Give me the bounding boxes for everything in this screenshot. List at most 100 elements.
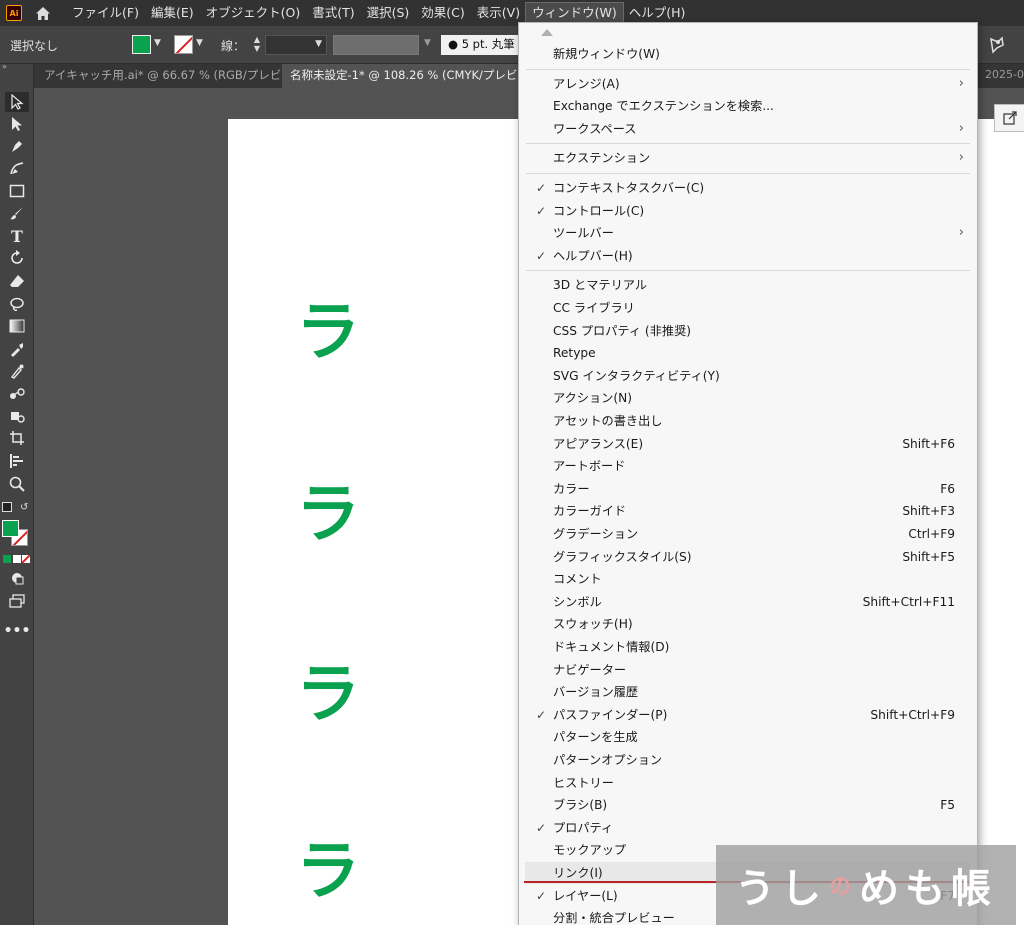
menu-1[interactable]: 編集(E) (145, 3, 200, 23)
direct-selection-tool-icon[interactable] (5, 114, 29, 134)
window-menu-item[interactable]: ✓ コンテキストタスクバー(C) (525, 177, 971, 199)
window-menu-item[interactable]: ワークスペース › (525, 118, 971, 140)
window-menu-item[interactable]: CC ライブラリ (525, 297, 971, 319)
menu-item-label: CSS プロパティ (非推奨) (553, 323, 692, 338)
menu-4[interactable]: 選択(S) (361, 3, 416, 23)
artboard-tool-icon[interactable] (5, 428, 29, 448)
scroll-up-icon[interactable] (541, 29, 553, 36)
curvature-tool-icon[interactable] (5, 158, 29, 178)
menu-item-label: ナビゲーター (553, 662, 627, 677)
watermark-text: の (828, 875, 857, 900)
window-menu-item[interactable]: パターンを生成 (525, 726, 971, 748)
window-menu-item[interactable]: パターンオプション (525, 749, 971, 771)
window-menu-item[interactable]: エクステンション › (525, 147, 971, 169)
symbol-sprayer-tool-icon[interactable] (5, 406, 29, 426)
window-menu-item[interactable]: コメント (525, 568, 971, 590)
window-menu-item[interactable]: Exchange でエクステンションを検索... (525, 95, 971, 117)
menu-5[interactable]: 効果(C) (415, 3, 470, 23)
home-icon[interactable] (34, 4, 52, 22)
window-menu-item[interactable]: アレンジ(A) › (525, 73, 971, 95)
eyedropper-tool-icon[interactable] (5, 339, 29, 359)
menu-2[interactable]: オブジェクト(O) (200, 3, 307, 23)
menu-7[interactable]: ウィンドウ(W) (525, 2, 624, 24)
chevron-right-icon: › (958, 225, 964, 241)
window-menu-item[interactable]: アピアランス(E) Shift+F6 (525, 433, 971, 455)
stroke-color-swatch[interactable] (174, 35, 193, 54)
artboard-green-text[interactable]: ラ (296, 301, 360, 365)
window-menu-dropdown: 新規ウィンドウ(W) アレンジ(A) › Exchange でエクステンションを検索.… (518, 22, 978, 925)
brush-definition-value: 5 pt. 丸筆 (461, 37, 515, 51)
default-colors-icon[interactable] (2, 502, 12, 512)
eyedropper-tool-icon[interactable] (5, 361, 29, 381)
graph-tool-icon[interactable] (5, 451, 29, 471)
rotate-tool-icon[interactable] (5, 248, 29, 268)
menu-8[interactable]: ヘルプ(H) (623, 3, 692, 23)
artboard-green-text[interactable]: ラ (296, 840, 360, 904)
window-menu-item[interactable]: SVG インタラクティビティ(Y) (525, 365, 971, 387)
window-menu-item[interactable]: ブラシ(B) F5 (525, 794, 971, 816)
fill-color-swatch[interactable] (132, 35, 151, 54)
selection-tool-icon[interactable] (5, 92, 29, 112)
window-menu-item[interactable]: ドキュメント情報(D) (525, 636, 971, 658)
window-menu-item[interactable]: ツールバー › (525, 222, 971, 244)
window-menu-item[interactable]: Retype (525, 342, 971, 364)
checkmark-icon: ✓ (536, 203, 547, 218)
window-menu-item[interactable]: グラフィックスタイル(S) Shift+F5 (525, 546, 971, 568)
swap-colors-icon[interactable]: ↺ (20, 502, 28, 513)
window-menu-item[interactable]: スウォッチ(H) (525, 613, 971, 635)
color-mode-icon[interactable] (3, 555, 11, 563)
zoom-tool-icon[interactable] (5, 474, 29, 494)
window-menu-item[interactable]: 新規ウィンドウ(W) (525, 43, 971, 65)
brush-definition-select[interactable]: ● 5 pt. 丸筆 (441, 35, 521, 55)
fill-color-swatch[interactable] (2, 520, 19, 537)
gradient-tool-icon[interactable] (5, 316, 29, 336)
panel-toggle-button[interactable] (994, 104, 1024, 132)
chevron-down-icon[interactable]: ▼ (424, 38, 431, 48)
window-menu-item[interactable]: アートボード (525, 455, 971, 477)
window-menu-item[interactable]: アクション(N) (525, 387, 971, 409)
window-menu-item[interactable]: CSS プロパティ (非推奨) (525, 320, 971, 342)
tab-document-3-fragment[interactable]: 2025-0 (985, 64, 1024, 86)
watermark-text: めも帳 (859, 866, 997, 912)
draw-mode-icon[interactable] (5, 568, 29, 588)
stroke-weight-stepper[interactable]: ▲ ▼ (250, 35, 264, 55)
menu-0[interactable]: ファイル(F) (66, 3, 145, 23)
gradient-mode-icon[interactable] (13, 555, 21, 563)
type-tool-icon[interactable]: T (5, 226, 29, 246)
window-menu-item[interactable]: カラー F6 (525, 478, 971, 500)
menu-3[interactable]: 書式(T) (306, 3, 360, 23)
menu-6[interactable]: 表示(V) (471, 3, 526, 23)
screen-mode-icon[interactable] (5, 591, 29, 611)
window-menu-item[interactable]: アセットの書き出し (525, 410, 971, 432)
window-menu-item[interactable]: ナビゲーター (525, 659, 971, 681)
window-menu-item[interactable]: ✓ コントロール(C) (525, 200, 971, 222)
stroke-weight-input[interactable]: ▼ (265, 35, 327, 55)
artboard-green-text[interactable]: ラ (296, 663, 360, 727)
checkmark-icon: ✓ (536, 707, 547, 722)
window-menu-item[interactable]: シンボル Shift+Ctrl+F11 (525, 591, 971, 613)
lasso-tool-icon[interactable] (5, 294, 29, 314)
menu-item-label: ヒストリー (553, 775, 614, 790)
window-menu-item[interactable]: バージョン履歴 (525, 681, 971, 703)
paintbrush-tool-icon[interactable] (5, 203, 29, 223)
window-menu-item[interactable]: 3D とマテリアル (525, 274, 971, 296)
window-menu-item[interactable]: カラーガイド Shift+F3 (525, 500, 971, 522)
window-menu-item[interactable]: ✓ ヘルプバー(H) (525, 245, 971, 267)
none-mode-icon[interactable] (22, 555, 30, 563)
tab-label: 名称未設定-1* @ 108.26 % (CMYK/プレビュー) (290, 68, 545, 82)
chevron-down-icon[interactable]: ▼ (196, 38, 203, 48)
pen-tool-icon[interactable] (5, 136, 29, 156)
chevron-down-icon[interactable]: ▼ (154, 38, 161, 48)
window-menu-item[interactable]: グラデーション Ctrl+F9 (525, 523, 971, 545)
window-menu-item[interactable]: ヒストリー (525, 772, 971, 794)
artboard-green-text[interactable]: ラ (296, 483, 360, 547)
blend-tool-icon[interactable] (5, 384, 29, 404)
panel-collapse-icon[interactable]: » (2, 62, 7, 71)
more-tools-icon[interactable]: ••• (4, 621, 31, 641)
rectangle-tool-icon[interactable] (5, 181, 29, 201)
puppet-warp-icon[interactable] (988, 36, 1008, 54)
eraser-tool-icon[interactable] (5, 271, 29, 291)
window-menu-item[interactable]: ✓ パスファインダー(P) Shift+Ctrl+F9 (525, 704, 971, 726)
window-menu-item[interactable]: ✓ プロパティ (525, 817, 971, 839)
variable-width-profile[interactable] (333, 35, 419, 55)
